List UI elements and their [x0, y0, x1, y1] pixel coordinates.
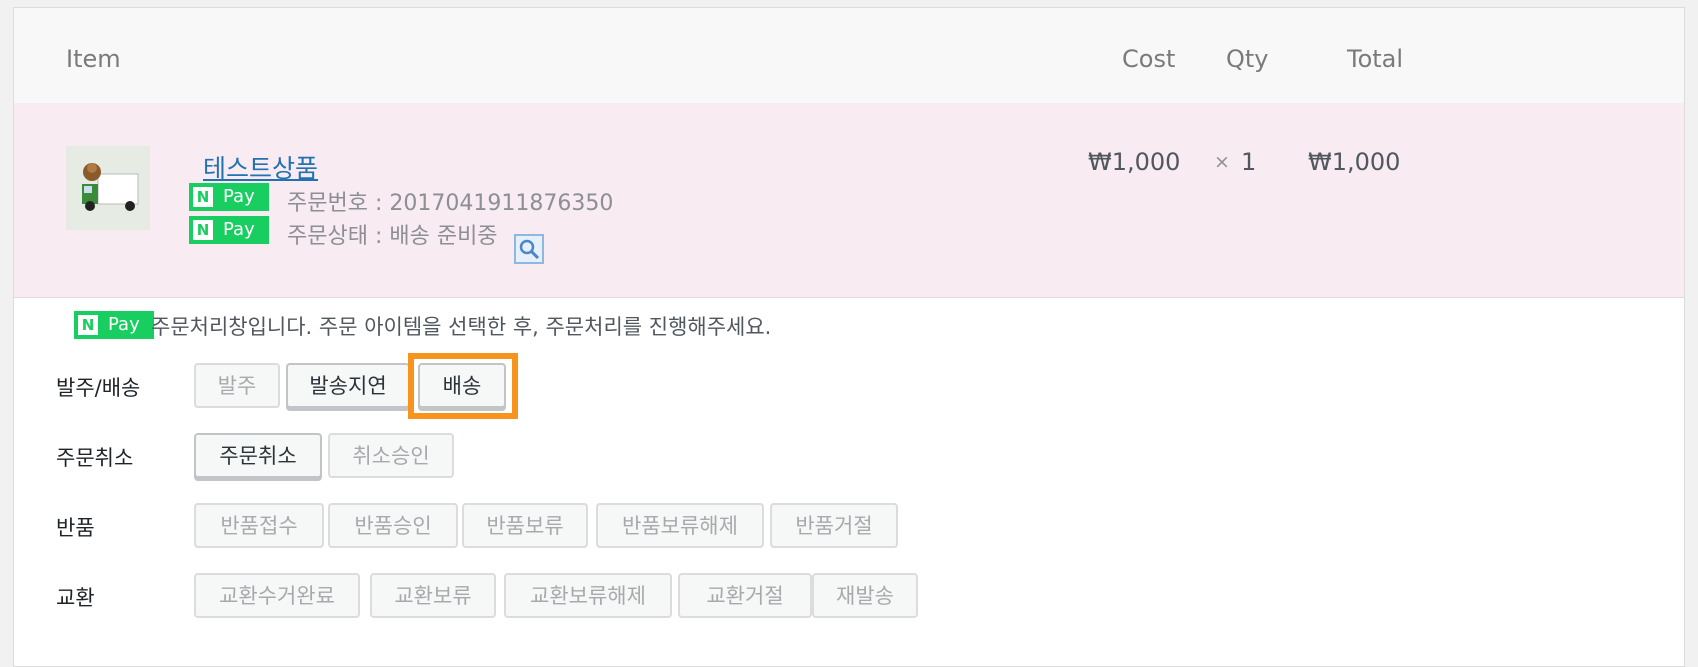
header-qty: Qty	[1226, 45, 1269, 73]
npay-badge: N Pay	[74, 311, 154, 339]
header-total: Total	[1347, 45, 1404, 73]
return-hold-release-button[interactable]: 반품보류해제	[596, 503, 764, 548]
processing-notice: 주문처리창입니다. 주문 아이템을 선택한 후, 주문처리를 진행해주세요.	[151, 315, 772, 339]
exchange-collected-button[interactable]: 교환수거완료	[194, 573, 360, 618]
return-approve-button[interactable]: 반품승인	[328, 503, 458, 548]
npay-pay-text: Pay	[223, 186, 255, 207]
item-total: ₩1,000	[1308, 148, 1401, 176]
group-label-exchange: 교환	[56, 586, 95, 610]
order-confirm-button[interactable]: 발주	[194, 363, 280, 408]
qty-times: ×	[1214, 151, 1230, 173]
npay-pay-text: Pay	[223, 219, 255, 240]
npay-n-icon: N	[78, 315, 98, 335]
exchange-hold-release-button[interactable]: 교환보류해제	[504, 573, 672, 618]
npay-n-icon: N	[193, 220, 213, 240]
product-thumbnail[interactable]	[66, 146, 150, 230]
order-number: 주문번호 : 2017041911876350	[287, 191, 614, 216]
table-row[interactable]: 테스트상품 N Pay 주문번호 : 2017041911876350 N Pa…	[14, 103, 1684, 298]
exchange-reject-button[interactable]: 교환거절	[678, 573, 812, 618]
npay-pay-text: Pay	[108, 314, 140, 335]
return-hold-button[interactable]: 반품보류	[462, 503, 588, 548]
header-item: Item	[66, 45, 121, 73]
truck-icon	[82, 163, 139, 211]
table-header: Item Cost Qty Total	[14, 8, 1684, 104]
npay-badge: N Pay	[189, 183, 269, 211]
cancel-order-button[interactable]: 주문취소	[194, 433, 322, 478]
exchange-hold-button[interactable]: 교환보류	[370, 573, 496, 618]
resend-button[interactable]: 재발송	[812, 573, 918, 618]
item-qty: 1	[1241, 148, 1257, 176]
return-reject-button[interactable]: 반품거절	[770, 503, 898, 548]
delay-dispatch-button[interactable]: 발송지연	[286, 363, 410, 408]
group-label-cancel: 주문취소	[56, 446, 134, 470]
order-status: 주문상태 : 배송 준비중	[287, 224, 498, 249]
npay-n-icon: N	[193, 187, 213, 207]
item-cost: ₩1,000	[1088, 148, 1181, 176]
product-name-link[interactable]: 테스트상품	[203, 149, 318, 185]
npay-badge: N Pay	[189, 216, 269, 244]
search-icon[interactable]	[514, 234, 544, 264]
approve-cancel-button[interactable]: 취소승인	[328, 433, 454, 478]
ship-button-highlight	[408, 353, 518, 419]
return-receive-button[interactable]: 반품접수	[194, 503, 324, 548]
group-label-shipping: 발주/배송	[56, 376, 141, 400]
group-label-return: 반품	[56, 516, 95, 540]
header-cost: Cost	[1122, 45, 1176, 73]
